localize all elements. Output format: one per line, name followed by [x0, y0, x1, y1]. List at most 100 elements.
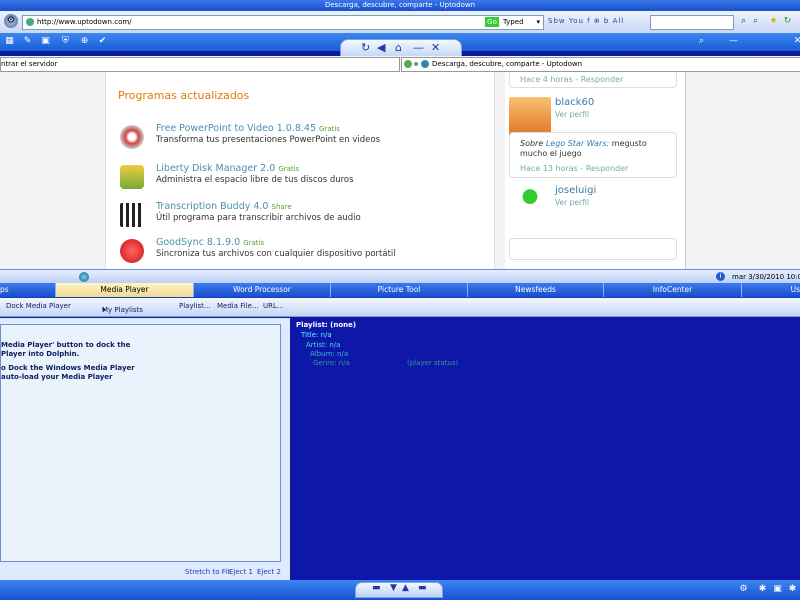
program-item[interactable]: Free PowerPoint to Video 1.0.8.45 Gratis… [118, 123, 488, 159]
search-input[interactable] [650, 15, 734, 30]
typed-dropdown[interactable]: Typed ▾ [503, 17, 541, 27]
browser-tab-active[interactable]: Descarga, descubre, comparte - Uptodown [401, 57, 800, 72]
eject-2-link[interactable]: Eject 2 [257, 568, 281, 576]
tab-picture-tool[interactable]: Picture Tool [331, 283, 468, 297]
lock-icon[interactable]: ▣ [772, 584, 783, 595]
player-info-panel: Playlist: (none) Title: n/a Artist: n/a … [290, 318, 800, 580]
gear-icon[interactable]: ⚙ [738, 584, 749, 595]
program-item[interactable]: Liberty Disk Manager 2.0 Gratis Administ… [118, 163, 488, 199]
tab-infocenter[interactable]: InfoCenter [604, 283, 742, 297]
expand-icon[interactable]: ▬ [418, 583, 427, 593]
window-title: Descarga, descubre, comparte - Uptodown [0, 0, 800, 11]
media-toolbar: Dock Media Player My Playlists ▾ Playlis… [0, 298, 800, 317]
minimize-icon[interactable]: — [413, 41, 424, 54]
site-icon [421, 60, 429, 68]
tab-apps[interactable]: ps [0, 283, 56, 297]
url-button[interactable]: URL... [263, 302, 284, 310]
playlist-button[interactable]: Playlist... [179, 302, 211, 310]
bug-icon[interactable]: ✱ [757, 584, 768, 595]
program-name[interactable]: Free PowerPoint to Video 1.0.8.45 Gratis [156, 123, 340, 134]
user-name[interactable]: black60 [555, 97, 594, 108]
artist-row: Artist: n/a [306, 341, 341, 349]
comment-bubble: Sobre Lego Star Wars: megusto mucho el j… [509, 132, 677, 178]
refresh-icon[interactable]: ↻ [782, 16, 793, 27]
program-description: Sincroniza tus archivos con cualquier di… [156, 249, 396, 259]
tab-media-player[interactable]: Media Player [56, 283, 194, 297]
comment-meta: Hace 4 horas - Responder [520, 75, 624, 84]
comments-column: Hace 4 horas - Responder black60 Ver per… [505, 72, 685, 269]
back-icon[interactable]: ◀ [377, 41, 385, 54]
home-icon[interactable]: ⌂ [395, 41, 402, 54]
program-item[interactable]: GoodSync 8.1.9.0 Gratis Sincroniza tus a… [118, 237, 488, 269]
minimize-icon[interactable]: — [728, 36, 739, 47]
chevron-down-icon[interactable]: ▼ [390, 583, 397, 593]
tab-user[interactable]: Us [742, 283, 800, 297]
playlist-row: Playlist: (none) [296, 321, 357, 329]
back-icon[interactable] [404, 60, 412, 68]
disk-manager-icon [120, 165, 144, 189]
stretch-to-fit-link[interactable]: Stretch to Fit [185, 568, 230, 576]
search-engine-bar[interactable]: Sbw You f ⊕ b All [548, 16, 648, 27]
reply-link[interactable]: Responder [586, 164, 629, 173]
dot-icon [414, 62, 418, 66]
program-item[interactable]: Transcription Buddy 4.0 Share Útil progr… [118, 201, 488, 237]
program-name[interactable]: Liberty Disk Manager 2.0 Gratis [156, 163, 299, 174]
comment-meta: Hace 13 horas - Responder [520, 164, 629, 173]
profile-link[interactable]: Ver perfil [555, 110, 589, 119]
profile-link[interactable]: Ver perfil [555, 198, 589, 207]
section-title: Programas actualizados [118, 89, 250, 102]
clipboard-icon[interactable]: ▣ [40, 36, 51, 47]
star-icon[interactable]: ★ [768, 16, 779, 27]
zoom-icon[interactable]: ⌕ [750, 16, 761, 27]
close-icon[interactable]: ✕ [431, 41, 440, 54]
pencil-icon[interactable]: ✎ [22, 36, 33, 47]
close-icon[interactable]: ✕ [792, 36, 800, 47]
shield-icon[interactable]: ⛨ [60, 36, 71, 47]
eject-1-link[interactable]: Eject 1 [229, 568, 253, 576]
program-name[interactable]: GoodSync 8.1.9.0 Gratis [156, 237, 264, 248]
comment-bubble [509, 238, 677, 260]
dock-media-player-button[interactable]: Dock Media Player [6, 302, 71, 310]
sync-icon [120, 239, 144, 263]
reply-link[interactable]: Responder [581, 75, 624, 84]
program-description: Útil programa para transcribir archivos … [156, 213, 361, 223]
url-input[interactable]: http://www.uptodown.com/ [37, 17, 132, 28]
chevron-up-icon[interactable]: ▲ [402, 583, 409, 593]
player-controls: Stretch to Fit Eject 1 Eject 2 [0, 568, 290, 578]
globe-icon[interactable] [79, 272, 89, 282]
add-icon[interactable]: ⊕ [79, 36, 90, 47]
status-strip: i mar 3/30/2010 10:04 A [0, 269, 800, 284]
check-icon[interactable]: ✔ [97, 36, 108, 47]
tab-newsfeeds[interactable]: Newsfeeds [468, 283, 604, 297]
program-description: Administra el espacio libre de tus disco… [156, 175, 354, 185]
info-icon[interactable]: i [716, 272, 725, 281]
address-toolbar: ⚙ http://www.uptodown.com/ Go Typed ▾ Sb… [0, 11, 800, 34]
album-row: Album: n/a [310, 350, 349, 358]
web-content: Programas actualizados Free PowerPoint t… [0, 72, 800, 269]
title-row: Title: n/a [301, 331, 332, 339]
browser-tab-strip: ntrar el servidor Descarga, descubre, co… [0, 56, 800, 73]
collapse-icon[interactable]: ▬ [372, 583, 381, 593]
program-description: Transforma tus presentaciones PowerPoint… [156, 135, 381, 145]
comment-text: Sobre Lego Star Wars: megusto mucho el j… [520, 139, 647, 158]
player-status: (player status) [407, 359, 459, 367]
avatar[interactable] [509, 184, 551, 226]
browser-tab[interactable]: ntrar el servidor [0, 57, 400, 72]
typed-label: Typed [503, 18, 524, 26]
tools-icon[interactable]: ✱ [787, 584, 798, 595]
refresh-icon[interactable]: ↻ [361, 41, 370, 54]
search-icon[interactable]: ⌕ [696, 36, 707, 47]
media-file-button[interactable]: Media File... [217, 302, 259, 310]
navigation-controls: ↻ ◀ ⌂ — ✕ [340, 39, 462, 56]
search-icon[interactable]: ⌕ [738, 16, 749, 27]
gear-icon[interactable]: ⚙ [4, 14, 18, 28]
program-name[interactable]: Transcription Buddy 4.0 Share [156, 201, 292, 212]
tab-word-processor[interactable]: Word Processor [194, 283, 331, 297]
user-name[interactable]: joseluigi [555, 185, 596, 196]
chevron-down-icon: ▾ [102, 306, 106, 314]
scroll-divider [685, 72, 686, 269]
grid-icon[interactable]: ▦ [4, 36, 15, 47]
url-bar[interactable]: http://www.uptodown.com/ Go Typed ▾ [22, 15, 544, 30]
go-button[interactable]: Go [485, 17, 499, 27]
genre-row: Genre: n/a [313, 359, 350, 367]
